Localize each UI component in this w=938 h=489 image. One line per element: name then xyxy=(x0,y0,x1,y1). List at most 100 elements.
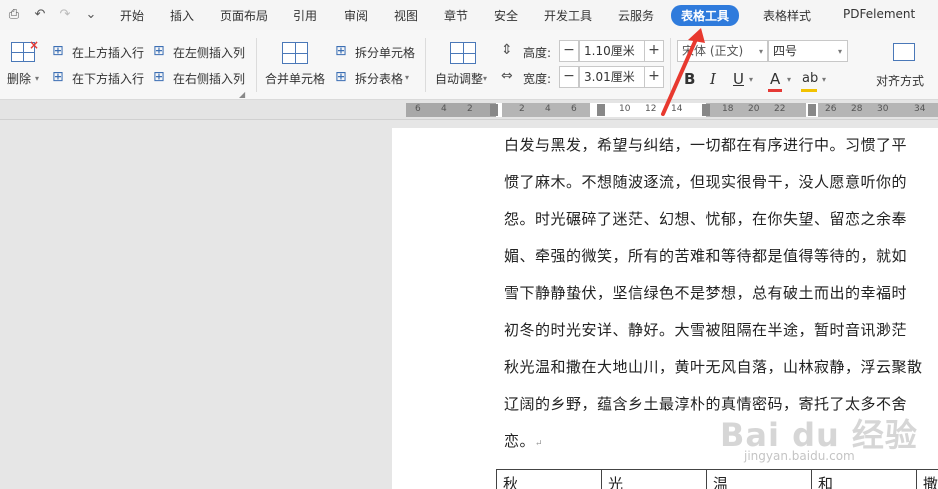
table-cell[interactable]: 温 xyxy=(706,470,811,489)
text-line: 白发与黑发，希望与纠结，一切都在有序进行中。习惯了平 xyxy=(504,136,908,154)
align-button[interactable]: 对齐方式 xyxy=(872,36,934,94)
ruler-tick: 6 xyxy=(571,104,577,114)
baidu-watermark-url: jingyan.baidu.com xyxy=(744,449,855,463)
table-cell[interactable]: 秋 xyxy=(496,470,601,489)
delete-x-icon: × xyxy=(29,38,40,52)
insert-below-button[interactable]: ⊞ 在下方插入行 xyxy=(52,68,148,86)
chevron-down-icon: ▾ xyxy=(483,74,488,83)
height-field[interactable]: 1.10厘米 xyxy=(579,40,645,62)
split-table-label: 拆分表格 xyxy=(355,72,404,86)
split-cells-icon: ⊞ xyxy=(335,43,347,59)
tab-insert[interactable]: 插入 xyxy=(170,7,194,24)
align-label: 对齐方式 xyxy=(876,74,925,88)
undo-icon[interactable]: ↶ xyxy=(31,6,49,24)
ruler-column-handle[interactable] xyxy=(702,104,710,116)
tab-table-tools[interactable]: 表格工具 xyxy=(671,5,740,26)
width-increase-button[interactable]: + xyxy=(644,66,664,88)
paragraph-mark-icon: ↵ xyxy=(535,439,544,449)
text-line: 初冬的时光安详、静好。大雪被阻隔在半途，暂时音讯渺茫 xyxy=(504,321,908,339)
ruler-tick: 20 xyxy=(748,104,760,114)
width-decrease-button[interactable]: − xyxy=(559,66,579,88)
insert-below-label: 在下方插入行 xyxy=(72,72,145,86)
more-icon[interactable]: ⌄ xyxy=(82,6,100,24)
split-table-icon: ⊞ xyxy=(335,69,347,85)
tab-pdfelement[interactable]: PDFelement xyxy=(843,7,915,21)
font-size-select[interactable]: 四号 xyxy=(768,40,848,62)
tab-review[interactable]: 审阅 xyxy=(344,7,368,24)
text-line: 怨。时光碾碎了迷茫、幻想、忧郁，在你失望、留恋之余奉 xyxy=(504,210,908,228)
table-cell[interactable]: 撒 xyxy=(916,470,938,489)
ribbon-toolbar: × 删除 ▾ ⊞ 在上方插入行 ⊞ 在下方插入行 ⊞ 在左侧插入列 ⊞ 在右侧插… xyxy=(0,30,938,100)
ruler-tick: 4 xyxy=(545,104,551,114)
tab-table-style[interactable]: 表格样式 xyxy=(763,7,811,24)
ruler-tick: 12 xyxy=(645,104,657,114)
auto-fit-label: 自动调整 xyxy=(435,72,484,86)
tab-references[interactable]: 引用 xyxy=(293,7,317,24)
ruler-tick: 18 xyxy=(722,104,734,114)
height-decrease-button[interactable]: − xyxy=(559,40,579,62)
underline-button[interactable]: U xyxy=(733,70,744,88)
ruler-tick: 2 xyxy=(519,104,525,114)
delete-button[interactable]: × 删除 ▾ xyxy=(5,36,43,94)
tab-chapter[interactable]: 章节 xyxy=(444,7,468,24)
table-cell[interactable]: 光 xyxy=(601,470,706,489)
auto-fit-icon xyxy=(450,42,476,64)
group-launcher-icon[interactable]: ◢ xyxy=(239,90,245,99)
width-label: 宽度: xyxy=(523,72,552,86)
insert-right-button[interactable]: ⊞ 在右侧插入列 xyxy=(153,68,249,86)
document-table[interactable]: 秋 光 温 和 撒 xyxy=(496,469,938,489)
tab-page-layout[interactable]: 页面布局 xyxy=(220,7,268,24)
ruler-column-handle[interactable] xyxy=(597,104,605,116)
ruler-tick: 34 xyxy=(914,104,926,114)
insert-col-right-icon: ⊞ xyxy=(153,69,165,85)
split-table-button[interactable]: ⊞ 拆分表格 ▾ xyxy=(335,68,419,86)
text-line: 媚、牵强的微笑，所有的苦难和等待都是值得等待的，就如 xyxy=(504,247,908,265)
font-name-select[interactable]: 宋体 (正文) xyxy=(677,40,768,62)
preview-icon[interactable]: ⎙ xyxy=(5,6,23,24)
table-cell[interactable]: 和 xyxy=(811,470,916,489)
tab-view[interactable]: 视图 xyxy=(394,7,418,24)
insert-above-label: 在上方插入行 xyxy=(72,46,145,60)
ribbon-separator xyxy=(425,38,426,92)
chevron-down-icon[interactable]: ▾ xyxy=(759,47,763,56)
bold-button[interactable]: B xyxy=(684,70,695,88)
ruler-tick: 22 xyxy=(774,104,786,114)
ruler-tick: 28 xyxy=(851,104,863,114)
tab-home[interactable]: 开始 xyxy=(120,7,144,24)
chevron-down-icon[interactable]: ▾ xyxy=(749,75,753,84)
menu-bar: ⎙ ↶ ↷ ⌄ 开始 插入 页面布局 引用 审阅 视图 章节 安全 开发工具 云… xyxy=(0,0,938,30)
ruler-tick: 14 xyxy=(671,104,683,114)
text-line: 秋光温和撒在大地山川，黄叶无风自落，山林寂静，浮云聚散 xyxy=(504,358,923,376)
align-icon xyxy=(893,43,915,61)
text-line: 恋。 xyxy=(504,432,536,450)
width-field[interactable]: 3.01厘米 xyxy=(579,66,645,88)
row-height-icon: ⇕ xyxy=(501,42,513,58)
merge-cells-button[interactable]: 合并单元格 xyxy=(262,36,328,94)
tab-cloud[interactable]: 云服务 xyxy=(618,7,654,24)
ruler-column-handle[interactable] xyxy=(490,104,498,116)
ruler-tick: 6 xyxy=(415,104,421,114)
insert-left-button[interactable]: ⊞ 在左侧插入列 xyxy=(153,42,249,60)
ruler-column-handle[interactable] xyxy=(808,104,816,116)
insert-row-below-icon: ⊞ xyxy=(52,69,64,85)
chevron-down-icon[interactable]: ▾ xyxy=(787,75,791,84)
redo-icon[interactable]: ↷ xyxy=(56,6,74,24)
ruler-tick: 30 xyxy=(877,104,889,114)
highlight-button[interactable]: ab xyxy=(802,71,818,86)
insert-col-left-icon: ⊞ xyxy=(153,43,165,59)
italic-button[interactable]: I xyxy=(710,70,716,88)
font-color-button[interactable]: A xyxy=(770,70,780,88)
insert-left-label: 在左侧插入列 xyxy=(173,46,246,60)
chevron-down-icon[interactable]: ▾ xyxy=(838,47,842,56)
split-cells-button[interactable]: ⊞ 拆分单元格 xyxy=(335,42,419,60)
insert-above-button[interactable]: ⊞ 在上方插入行 xyxy=(52,42,148,60)
tab-security[interactable]: 安全 xyxy=(494,7,518,24)
auto-fit-button[interactable]: 自动调整 ▾ xyxy=(432,36,492,94)
font-color-bar xyxy=(768,89,782,92)
insert-right-label: 在右侧插入列 xyxy=(173,72,246,86)
chevron-down-icon: ▾ xyxy=(35,74,40,83)
height-label: 高度: xyxy=(523,46,552,60)
tab-developer[interactable]: 开发工具 xyxy=(544,7,592,24)
height-increase-button[interactable]: + xyxy=(644,40,664,62)
chevron-down-icon[interactable]: ▾ xyxy=(822,75,826,84)
